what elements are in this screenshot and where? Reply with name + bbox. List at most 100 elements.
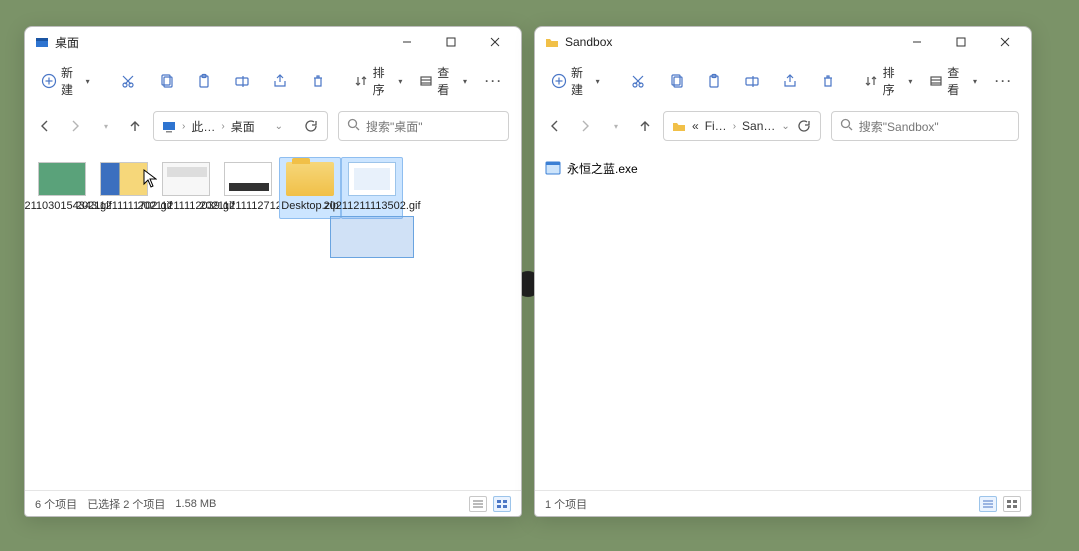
forward-button[interactable] (577, 118, 593, 134)
crumb-2[interactable]: 桌面 (231, 118, 255, 135)
sort-icon (864, 72, 879, 90)
rename-icon (743, 72, 761, 90)
clipboard-icon (195, 72, 213, 90)
back-button[interactable] (37, 118, 53, 134)
chevron-down-icon: ▾ (908, 77, 912, 86)
chevron-right-icon: › (182, 121, 185, 132)
clipboard-icon (705, 72, 723, 90)
plus-circle-icon (41, 72, 57, 90)
paste-button[interactable] (697, 64, 731, 98)
view-icon (928, 72, 943, 90)
rename-button[interactable] (225, 64, 259, 98)
file-name: 永恒之蓝.exe (567, 160, 638, 177)
share-button[interactable] (263, 64, 297, 98)
sort-button[interactable]: 排序 ▾ (858, 64, 919, 98)
window-title: 桌面 (55, 34, 79, 51)
rename-button[interactable] (735, 64, 769, 98)
details-view-button[interactable] (469, 496, 487, 512)
paste-button[interactable] (187, 64, 221, 98)
delete-button[interactable] (301, 64, 335, 98)
zip-icon (286, 162, 334, 196)
nav-row: ▾ › 此… › 桌面 ⌄ 搜索"桌面" (25, 105, 521, 147)
forward-button[interactable] (67, 118, 83, 134)
view-icon (418, 72, 433, 90)
recent-button[interactable]: ▾ (97, 118, 113, 134)
chevron-down-icon[interactable]: ⌄ (781, 121, 789, 132)
search-icon (347, 118, 360, 134)
plus-circle-icon (551, 72, 567, 90)
chevron-right-icon: › (733, 121, 736, 132)
window-title: Sandbox (565, 35, 612, 49)
chevron-down-icon[interactable]: ⌄ (275, 121, 283, 132)
new-label: 新建 (61, 64, 80, 98)
back-button[interactable] (547, 118, 563, 134)
new-button[interactable]: 新建 ▾ (545, 64, 606, 98)
up-button[interactable] (127, 118, 143, 134)
file-thumbnail (348, 162, 396, 196)
cut-button[interactable] (111, 64, 145, 98)
search-box[interactable]: 搜索"Sandbox" (831, 111, 1019, 141)
minimize-button[interactable] (385, 28, 429, 56)
share-icon (781, 72, 799, 90)
nav-arrows: ▾ (37, 118, 143, 134)
new-button[interactable]: 新建 ▾ (35, 64, 96, 98)
sort-button[interactable]: 排序 ▾ (348, 64, 409, 98)
view-button[interactable]: 查看 ▾ (922, 64, 983, 98)
view-label: 查看 (947, 64, 967, 98)
details-view-button[interactable] (979, 496, 997, 512)
crumb-overflow[interactable]: « (692, 119, 699, 133)
cut-button[interactable] (621, 64, 655, 98)
window-icon (35, 35, 49, 49)
share-button[interactable] (773, 64, 807, 98)
file-thumbnail (224, 162, 272, 196)
sort-icon (354, 72, 369, 90)
titlebar[interactable]: 桌面 (25, 27, 521, 57)
address-bar[interactable]: « Fi… › San… ⌄ (663, 111, 821, 141)
recent-button[interactable]: ▾ (607, 118, 623, 134)
delete-button[interactable] (811, 64, 845, 98)
status-selection: 已选择 2 个项目 (87, 496, 165, 512)
nav-arrows: ▾ (547, 118, 653, 134)
view-button[interactable]: 查看 ▾ (412, 64, 473, 98)
maximize-button[interactable] (429, 28, 473, 56)
crumb-1[interactable]: 此… (191, 118, 215, 135)
file-item[interactable]: 20211211113502.gif (341, 157, 403, 219)
maximize-button[interactable] (939, 28, 983, 56)
chevron-right-icon: › (221, 121, 224, 132)
content-pane[interactable]: 20211030154343.gif 20211211111702.gif 20… (25, 147, 521, 490)
more-button[interactable]: ··· (987, 64, 1021, 98)
crumb-1[interactable]: Fi… (705, 119, 727, 133)
sort-label: 排序 (883, 64, 903, 98)
search-icon (840, 118, 853, 134)
search-box[interactable]: 搜索"桌面" (338, 111, 509, 141)
refresh-button[interactable] (303, 118, 319, 134)
crumb-2[interactable]: San… (742, 119, 775, 133)
search-placeholder: 搜索"桌面" (366, 118, 423, 135)
file-item[interactable]: 永恒之蓝.exe (535, 157, 1031, 179)
copy-icon (157, 72, 175, 90)
file-name: 20211211113502.gif (323, 200, 420, 214)
up-button[interactable] (637, 118, 653, 134)
copy-button[interactable] (149, 64, 183, 98)
status-size: 1.58 MB (175, 498, 216, 510)
pc-icon (162, 119, 176, 133)
icons-view-button[interactable] (1003, 496, 1021, 512)
address-bar[interactable]: › 此… › 桌面 ⌄ (153, 111, 328, 141)
status-item-count: 6 个项目 (35, 496, 77, 512)
titlebar[interactable]: Sandbox (535, 27, 1031, 57)
file-item[interactable]: 20211211112712.gif (217, 157, 279, 219)
status-item-count: 1 个项目 (545, 496, 587, 512)
copy-button[interactable] (659, 64, 693, 98)
refresh-button[interactable] (796, 118, 812, 134)
close-button[interactable] (473, 28, 517, 56)
more-button[interactable]: ··· (477, 64, 511, 98)
chevron-down-icon: ▾ (86, 77, 90, 86)
content-pane[interactable]: 永恒之蓝.exe (535, 147, 1031, 490)
icons-view-button[interactable] (493, 496, 511, 512)
folder-icon (672, 119, 686, 133)
explorer-window-sandbox: Sandbox 新建 ▾ 排序 ▾ 查看 ▾ ··· (534, 26, 1032, 517)
more-icon: ··· (485, 74, 503, 88)
search-placeholder: 搜索"Sandbox" (859, 118, 939, 135)
close-button[interactable] (983, 28, 1027, 56)
minimize-button[interactable] (895, 28, 939, 56)
